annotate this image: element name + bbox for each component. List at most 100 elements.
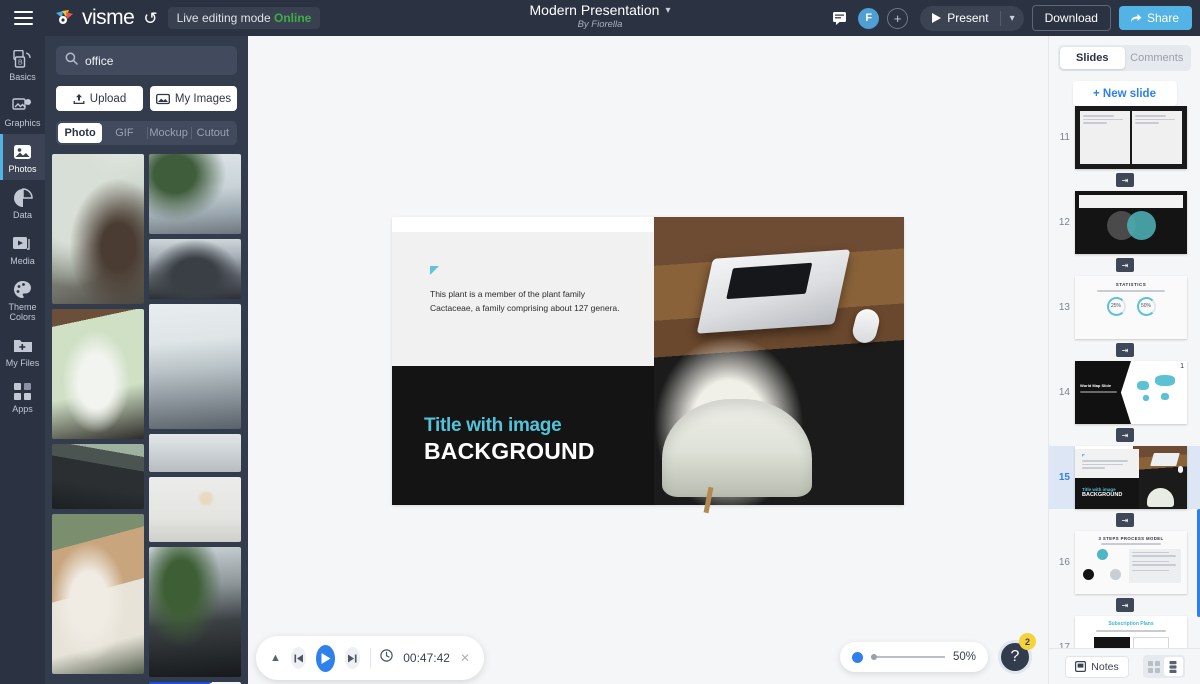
slides-panel: Slides Comments + New slide 11 ⇥ 12 ⇥ 13… (1048, 36, 1200, 684)
slide-transition-icon[interactable]: ⇥ (1049, 339, 1200, 361)
sidebar-item-apps[interactable]: Apps (0, 374, 45, 420)
current-slide[interactable]: This plant is a member of the plant fami… (392, 217, 904, 505)
chevron-up-icon[interactable]: ▲ (270, 652, 281, 664)
slide-thumbnail[interactable]: 3 STEPS PROCESS MODEL (1075, 531, 1187, 594)
sidebar-item-label: Basics (9, 72, 36, 82)
zoom-control: 50% (840, 642, 988, 672)
photo-thumbnail[interactable] (52, 514, 144, 674)
slide-transition-icon[interactable]: ⇥ (1049, 509, 1200, 531)
sidebar-item-basics[interactable]: B Basics (0, 42, 45, 88)
slide-number: 15 (1058, 472, 1070, 483)
photo-thumbnail[interactable] (149, 434, 241, 472)
zoom-slider-handle[interactable] (852, 651, 863, 663)
visme-logo[interactable]: visme (54, 6, 135, 30)
slide-transition-icon[interactable]: ⇥ (1049, 424, 1200, 446)
notes-icon (1075, 661, 1087, 672)
slide-thumbnail[interactable] (1075, 191, 1187, 254)
slide-number: 12 (1058, 217, 1070, 228)
live-editing-badge: Live editing mode Online (167, 7, 321, 29)
sidebar-item-my-files[interactable]: My Files (0, 328, 45, 374)
slide-title-card[interactable]: Title with image BACKGROUND (392, 366, 654, 505)
panel-action-buttons: Upload My Images (56, 86, 237, 111)
slides-list[interactable]: 11 ⇥ 12 ⇥ 13 STATISTICS 25% 50% ⇥ 14 Wor… (1049, 106, 1200, 666)
upload-icon (73, 93, 85, 104)
upload-button[interactable]: Upload (56, 86, 143, 111)
list-item-selected[interactable]: 15 Title with image BACKGROUND (1049, 446, 1200, 509)
present-button[interactable]: Present (920, 6, 999, 31)
photos-panel: ✕ Upload My Images Photo GIF Mockup Cuto… (45, 36, 248, 684)
slide-background-photo[interactable] (654, 217, 904, 505)
present-dropdown-chevron-down-icon[interactable]: ▾ (1001, 13, 1024, 24)
avatar[interactable]: F (858, 7, 880, 29)
data-chart-icon (12, 187, 34, 208)
tab-gif[interactable]: GIF (102, 123, 146, 143)
photo-thumbnail[interactable] (52, 154, 144, 304)
tab-slides[interactable]: Slides (1060, 47, 1125, 69)
list-item[interactable]: 16 3 STEPS PROCESS MODEL (1049, 531, 1200, 594)
document-title-row[interactable]: Modern Presentation ▾ (530, 2, 671, 18)
sidebar-item-label: Data (12, 210, 32, 220)
slide-canvas[interactable]: This plant is a member of the plant fami… (248, 36, 1048, 684)
slide-transition-icon[interactable]: ⇥ (1049, 594, 1200, 616)
photo-thumbnail[interactable] (149, 304, 241, 429)
list-item[interactable]: 13 STATISTICS 25% 50% (1049, 276, 1200, 339)
hamburger-menu-icon[interactable] (0, 0, 46, 36)
slide-body-text: This plant is a member of the plant fami… (430, 289, 620, 313)
slide-transition-icon[interactable]: ⇥ (1049, 254, 1200, 276)
photo-thumbnail[interactable] (52, 309, 144, 439)
tab-comments[interactable]: Comments (1125, 47, 1190, 69)
help-notification-badge[interactable]: 2 (1019, 633, 1036, 650)
image-icon (155, 93, 170, 104)
undo-icon[interactable]: ↺ (143, 10, 157, 27)
download-button[interactable]: Download (1031, 5, 1111, 31)
tab-photo[interactable]: Photo (58, 123, 103, 143)
sidebar-item-theme-colors[interactable]: Theme Colors (0, 272, 45, 328)
graphics-icon (12, 95, 34, 116)
sidebar-item-label: My Files (5, 358, 40, 368)
skip-next-icon[interactable] (344, 647, 360, 669)
divider (369, 648, 371, 668)
list-item[interactable]: 12 (1049, 191, 1200, 254)
photo-thumbnail[interactable] (52, 444, 144, 509)
sidebar-item-photos[interactable]: Photos (0, 134, 45, 180)
upload-label: Upload (89, 92, 127, 105)
photo-thumbnail[interactable] (149, 547, 241, 677)
list-item[interactable]: 11 (1049, 106, 1200, 169)
comment-icon[interactable] (828, 7, 850, 29)
slide-title-line2: BACKGROUND (424, 438, 595, 464)
sidebar-item-data[interactable]: Data (0, 180, 45, 226)
slide-thumbnail[interactable] (1075, 106, 1187, 169)
slide-text-card[interactable]: This plant is a member of the plant fami… (392, 232, 654, 366)
notes-button[interactable]: Notes (1065, 655, 1129, 678)
sidebar-item-media[interactable]: Media (0, 226, 45, 272)
present-label: Present (947, 11, 989, 25)
search-input[interactable] (85, 53, 240, 68)
view-toggle (1142, 655, 1185, 678)
tab-mockup[interactable]: Mockup (146, 123, 191, 143)
plus-icon[interactable]: + (887, 7, 909, 29)
share-button[interactable]: Share (1118, 6, 1192, 30)
sidebar-item-label: Theme Colors (8, 302, 37, 322)
photo-thumbnail[interactable] (149, 239, 241, 299)
close-icon[interactable]: ✕ (460, 651, 470, 665)
chevron-down-icon[interactable]: ▾ (665, 5, 670, 16)
photo-thumbnail[interactable] (149, 154, 241, 234)
clock-icon (380, 649, 393, 667)
slide-thumbnail[interactable]: Title with image BACKGROUND (1075, 446, 1187, 509)
zoom-slider-track[interactable] (871, 654, 945, 660)
sidebar-item-graphics[interactable]: Graphics (0, 88, 45, 134)
list-view-icon[interactable] (1163, 657, 1183, 676)
list-item[interactable]: 14 World Map Slide 1 (1049, 361, 1200, 424)
laptop-graphic (696, 249, 851, 334)
search-box: ✕ (56, 46, 248, 75)
photo-thumbnail[interactable] (149, 477, 241, 542)
my-images-button[interactable]: My Images (150, 86, 237, 111)
skip-previous-icon[interactable] (290, 647, 306, 669)
new-slide-button[interactable]: + New slide (1072, 81, 1177, 106)
slide-thumbnail[interactable]: World Map Slide 1 (1075, 361, 1187, 424)
play-icon[interactable] (315, 644, 335, 672)
tab-cutout[interactable]: Cutout (190, 123, 235, 143)
grid-view-icon[interactable] (1145, 657, 1164, 676)
slide-transition-icon[interactable]: ⇥ (1049, 169, 1200, 191)
slide-thumbnail[interactable]: STATISTICS 25% 50% (1075, 276, 1187, 339)
